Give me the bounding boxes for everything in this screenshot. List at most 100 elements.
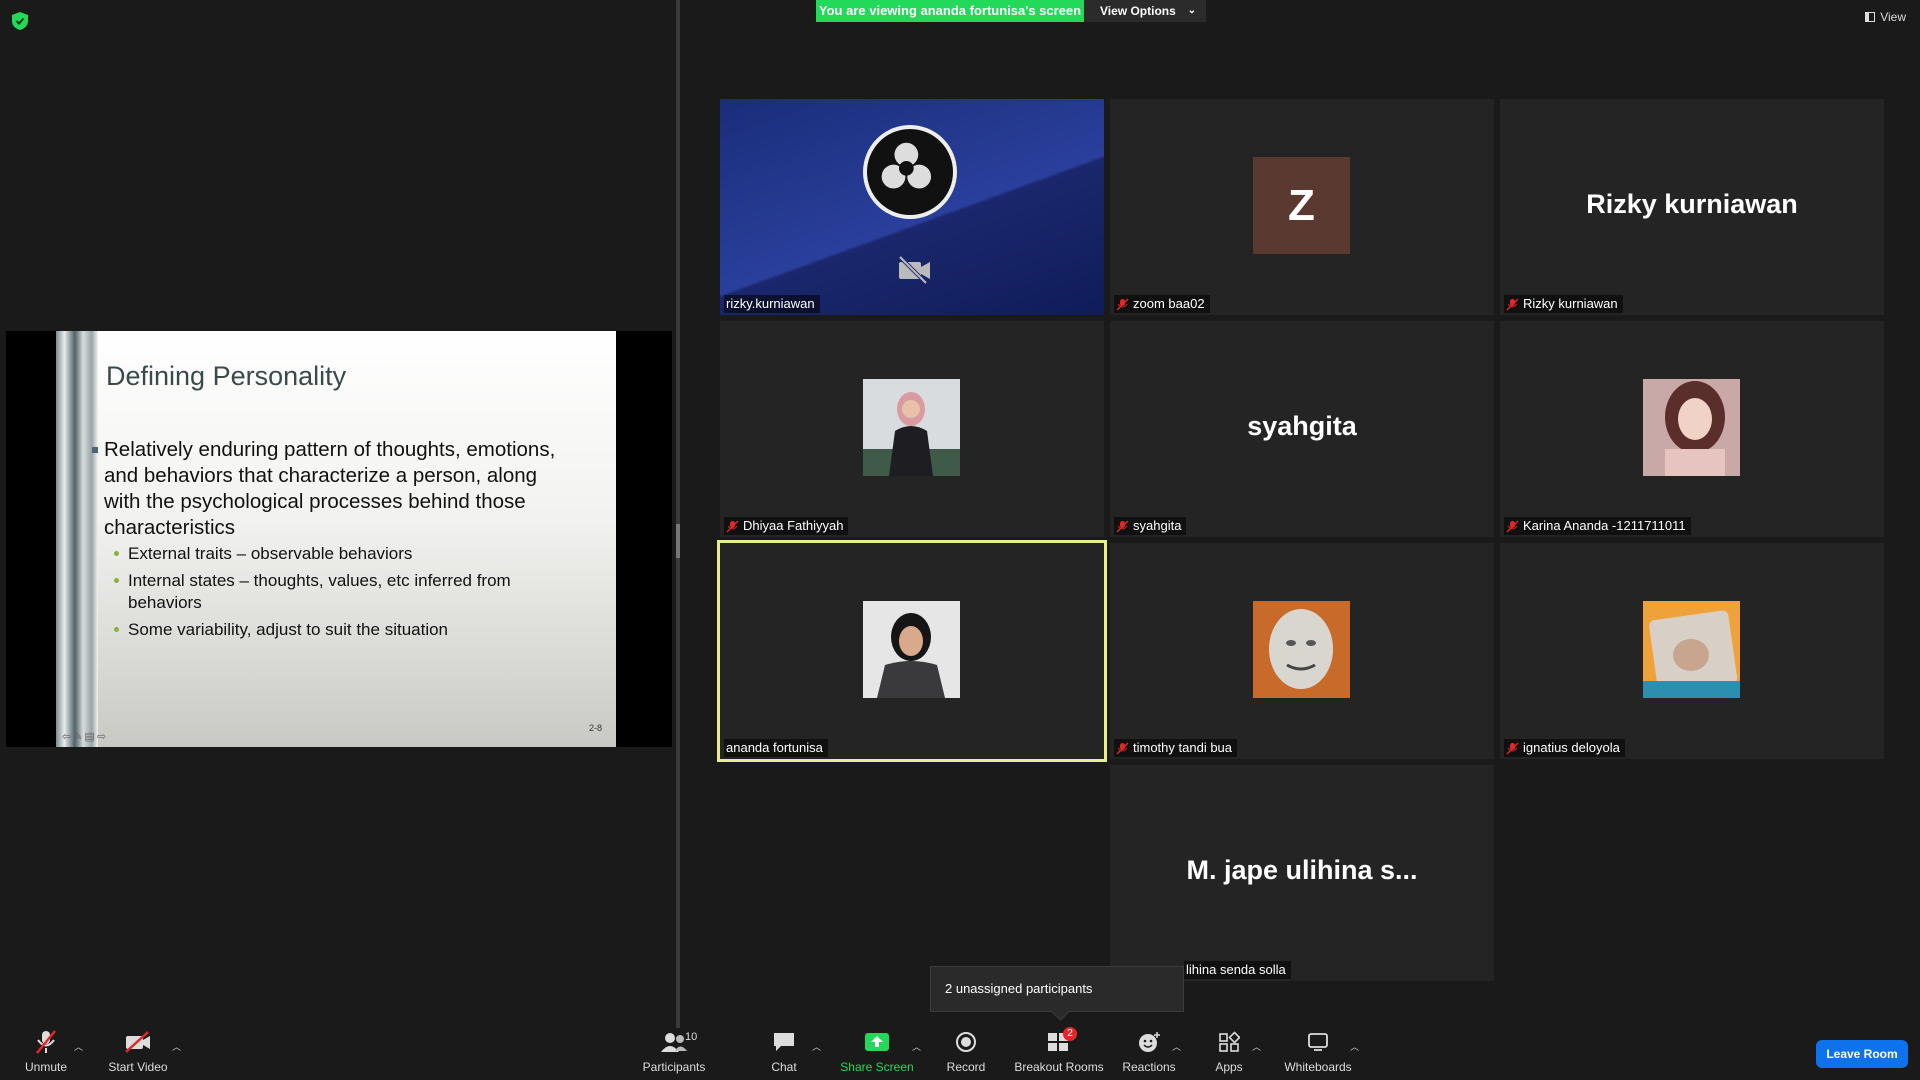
view-options-label: View Options <box>1100 4 1176 18</box>
participant-name: zoom baa02 <box>1133 296 1205 311</box>
audio-options-caret-icon[interactable]: ︿ <box>74 1040 83 1053</box>
participants-label: Participants <box>642 1060 706 1074</box>
view-button[interactable]: View <box>1865 10 1906 24</box>
view-button-label: View <box>1880 10 1906 24</box>
muted-mic-icon <box>1116 520 1129 532</box>
chat-bubble-icon <box>774 1033 794 1051</box>
muted-mic-icon <box>1506 298 1519 310</box>
reactions-options-caret-icon[interactable]: ︿ <box>1172 1040 1181 1053</box>
share-screen-icon <box>865 1033 889 1051</box>
leave-room-button[interactable]: Leave Room <box>1816 1040 1908 1068</box>
participant-name: ananda fortunisa <box>726 740 823 755</box>
muted-mic-icon <box>726 520 739 532</box>
breakout-rooms-button[interactable]: 2 Breakout Rooms <box>1012 1027 1106 1080</box>
participant-tile[interactable]: Dhiyaa Fathiyyah <box>720 321 1104 537</box>
participant-tile[interactable]: M. jape ulihina s... lihina senda solla <box>1110 765 1494 981</box>
view-options-button[interactable]: View Options ⌄ <box>1084 0 1206 22</box>
reactions-smiley-icon <box>1139 1032 1160 1052</box>
whiteboard-icon <box>1308 1033 1328 1051</box>
video-options-caret-icon[interactable]: ︿ <box>172 1040 181 1053</box>
share-options-caret-icon[interactable]: ︿ <box>912 1040 921 1053</box>
participant-name: Rizky kurniawan <box>1523 296 1618 311</box>
participant-tile[interactable]: Karina Ananda -1211711011 <box>1500 321 1884 537</box>
bullet-dot-icon <box>114 551 119 556</box>
profile-photo <box>863 379 960 476</box>
security-shield-icon[interactable] <box>12 12 28 30</box>
camera-off-icon <box>898 255 930 285</box>
participant-tile[interactable]: ignatius deloyola <box>1500 543 1884 759</box>
record-button[interactable]: Record <box>938 1028 994 1080</box>
slide-bullet-text: Relatively enduring pattern of thoughts,… <box>104 438 556 539</box>
participants-button[interactable]: 10 Participants <box>636 1028 712 1080</box>
slide-page-number: 2-8 <box>588 723 602 733</box>
start-video-button[interactable]: Start Video <box>98 1028 178 1080</box>
bullet-dot-icon <box>114 627 119 632</box>
participant-tile[interactable]: timothy tandi bua <box>1110 543 1494 759</box>
profile-photo <box>1643 379 1740 476</box>
participant-name-label: zoom baa02 <box>1114 295 1210 313</box>
bullet-square-icon <box>92 447 98 453</box>
subbullet-text: External traits – observable behaviors <box>128 544 413 563</box>
participant-display-name: Rizky kurniawan <box>1586 189 1798 219</box>
participant-tile[interactable]: Z zoom baa02 <box>1110 99 1494 315</box>
participant-name-label: Rizky kurniawan <box>1504 295 1623 313</box>
grid-view-icon <box>1865 12 1876 22</box>
apps-button[interactable]: Apps <box>1208 1028 1250 1080</box>
participant-name: rizky.kurniawan <box>726 296 815 311</box>
participant-tile[interactable]: syahgita syahgita <box>1110 321 1494 537</box>
whiteboards-button[interactable]: Whiteboards <box>1280 1028 1356 1080</box>
participant-tile[interactable]: Rizky kurniawan Rizky kurniawan <box>1500 99 1884 315</box>
subbullet-text: Internal states – thoughts, values, etc … <box>128 571 511 612</box>
chevron-down-icon: ⌄ <box>1187 5 1196 16</box>
meeting-toolbar: Unmute ︿ Start Video ︿ 10 Participants C… <box>0 1027 1920 1080</box>
chat-options-caret-icon[interactable]: ︿ <box>812 1040 821 1053</box>
slide-title: Defining Personality <box>106 361 347 391</box>
slide-subbullet: External traits – observable behaviors <box>114 543 558 565</box>
video-off-icon <box>125 1031 150 1053</box>
whiteboards-label: Whiteboards <box>1284 1060 1352 1074</box>
obs-logo-icon <box>863 125 957 219</box>
participant-name-label: lihina senda solla <box>1184 961 1291 979</box>
chat-label: Chat <box>771 1060 797 1074</box>
chat-button[interactable]: Chat <box>762 1028 806 1080</box>
unmute-button[interactable]: Unmute <box>14 1028 78 1080</box>
muted-mic-icon <box>1506 742 1519 754</box>
slide-nav-controls[interactable]: ⇦✎▤⇨ <box>62 730 108 743</box>
divider-drag-handle[interactable] <box>676 524 680 558</box>
apps-label: Apps <box>1215 1060 1243 1074</box>
participants-count: 10 <box>685 1031 698 1043</box>
subbullet-text: Some variability, adjust to suit the sit… <box>128 620 449 639</box>
profile-photo <box>1643 601 1740 698</box>
reactions-label: Reactions <box>1122 1060 1176 1074</box>
muted-mic-icon <box>1116 742 1129 754</box>
participant-name-label: Karina Ananda -1211711011 <box>1504 517 1691 535</box>
reactions-button[interactable]: Reactions <box>1120 1028 1178 1080</box>
screen-share-banner: You are viewing ananda fortunisa's scree… <box>816 0 1084 22</box>
active-speaker-tile[interactable]: ananda fortunisa <box>717 540 1107 762</box>
apps-icon <box>1219 1031 1240 1052</box>
slide-subbullet: Some variability, adjust to suit the sit… <box>114 619 558 641</box>
participant-name-label: Dhiyaa Fathiyyah <box>724 517 849 535</box>
shared-slide: Defining Personality Relatively enduring… <box>56 331 616 747</box>
obs-virtual-camera-image <box>720 99 1104 315</box>
participant-tile[interactable]: rizky.kurniawan <box>720 99 1104 315</box>
slide-bullet: Relatively enduring pattern of thoughts,… <box>92 437 564 541</box>
bullet-dot-icon <box>114 578 119 583</box>
participant-name: Karina Ananda -1211711011 <box>1523 518 1686 533</box>
split-divider[interactable] <box>676 0 680 1028</box>
participant-display-name: syahgita <box>1247 411 1357 441</box>
participant-name-label: ignatius deloyola <box>1504 739 1625 757</box>
whiteboards-options-caret-icon[interactable]: ︿ <box>1350 1040 1359 1053</box>
avatar-initial: Z <box>1253 157 1350 254</box>
apps-options-caret-icon[interactable]: ︿ <box>1252 1040 1261 1053</box>
participant-name: lihina senda solla <box>1186 962 1286 977</box>
record-icon <box>956 1032 976 1052</box>
unassigned-participants-tooltip: 2 unassigned participants <box>930 966 1184 1012</box>
share-screen-label: Share Screen <box>840 1060 914 1074</box>
participant-name: ignatius deloyola <box>1523 740 1620 755</box>
share-screen-button[interactable]: Share Screen <box>836 1028 918 1080</box>
participants-icon <box>661 1033 687 1052</box>
record-label: Record <box>946 1060 986 1074</box>
profile-photo <box>1253 601 1350 698</box>
muted-mic-icon <box>1116 298 1129 310</box>
